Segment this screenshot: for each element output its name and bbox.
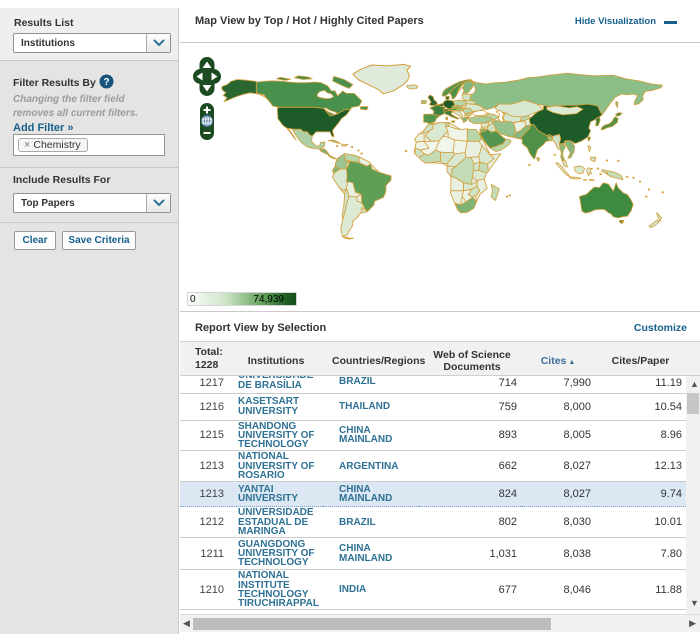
svg-text:?: ? [103,77,109,88]
